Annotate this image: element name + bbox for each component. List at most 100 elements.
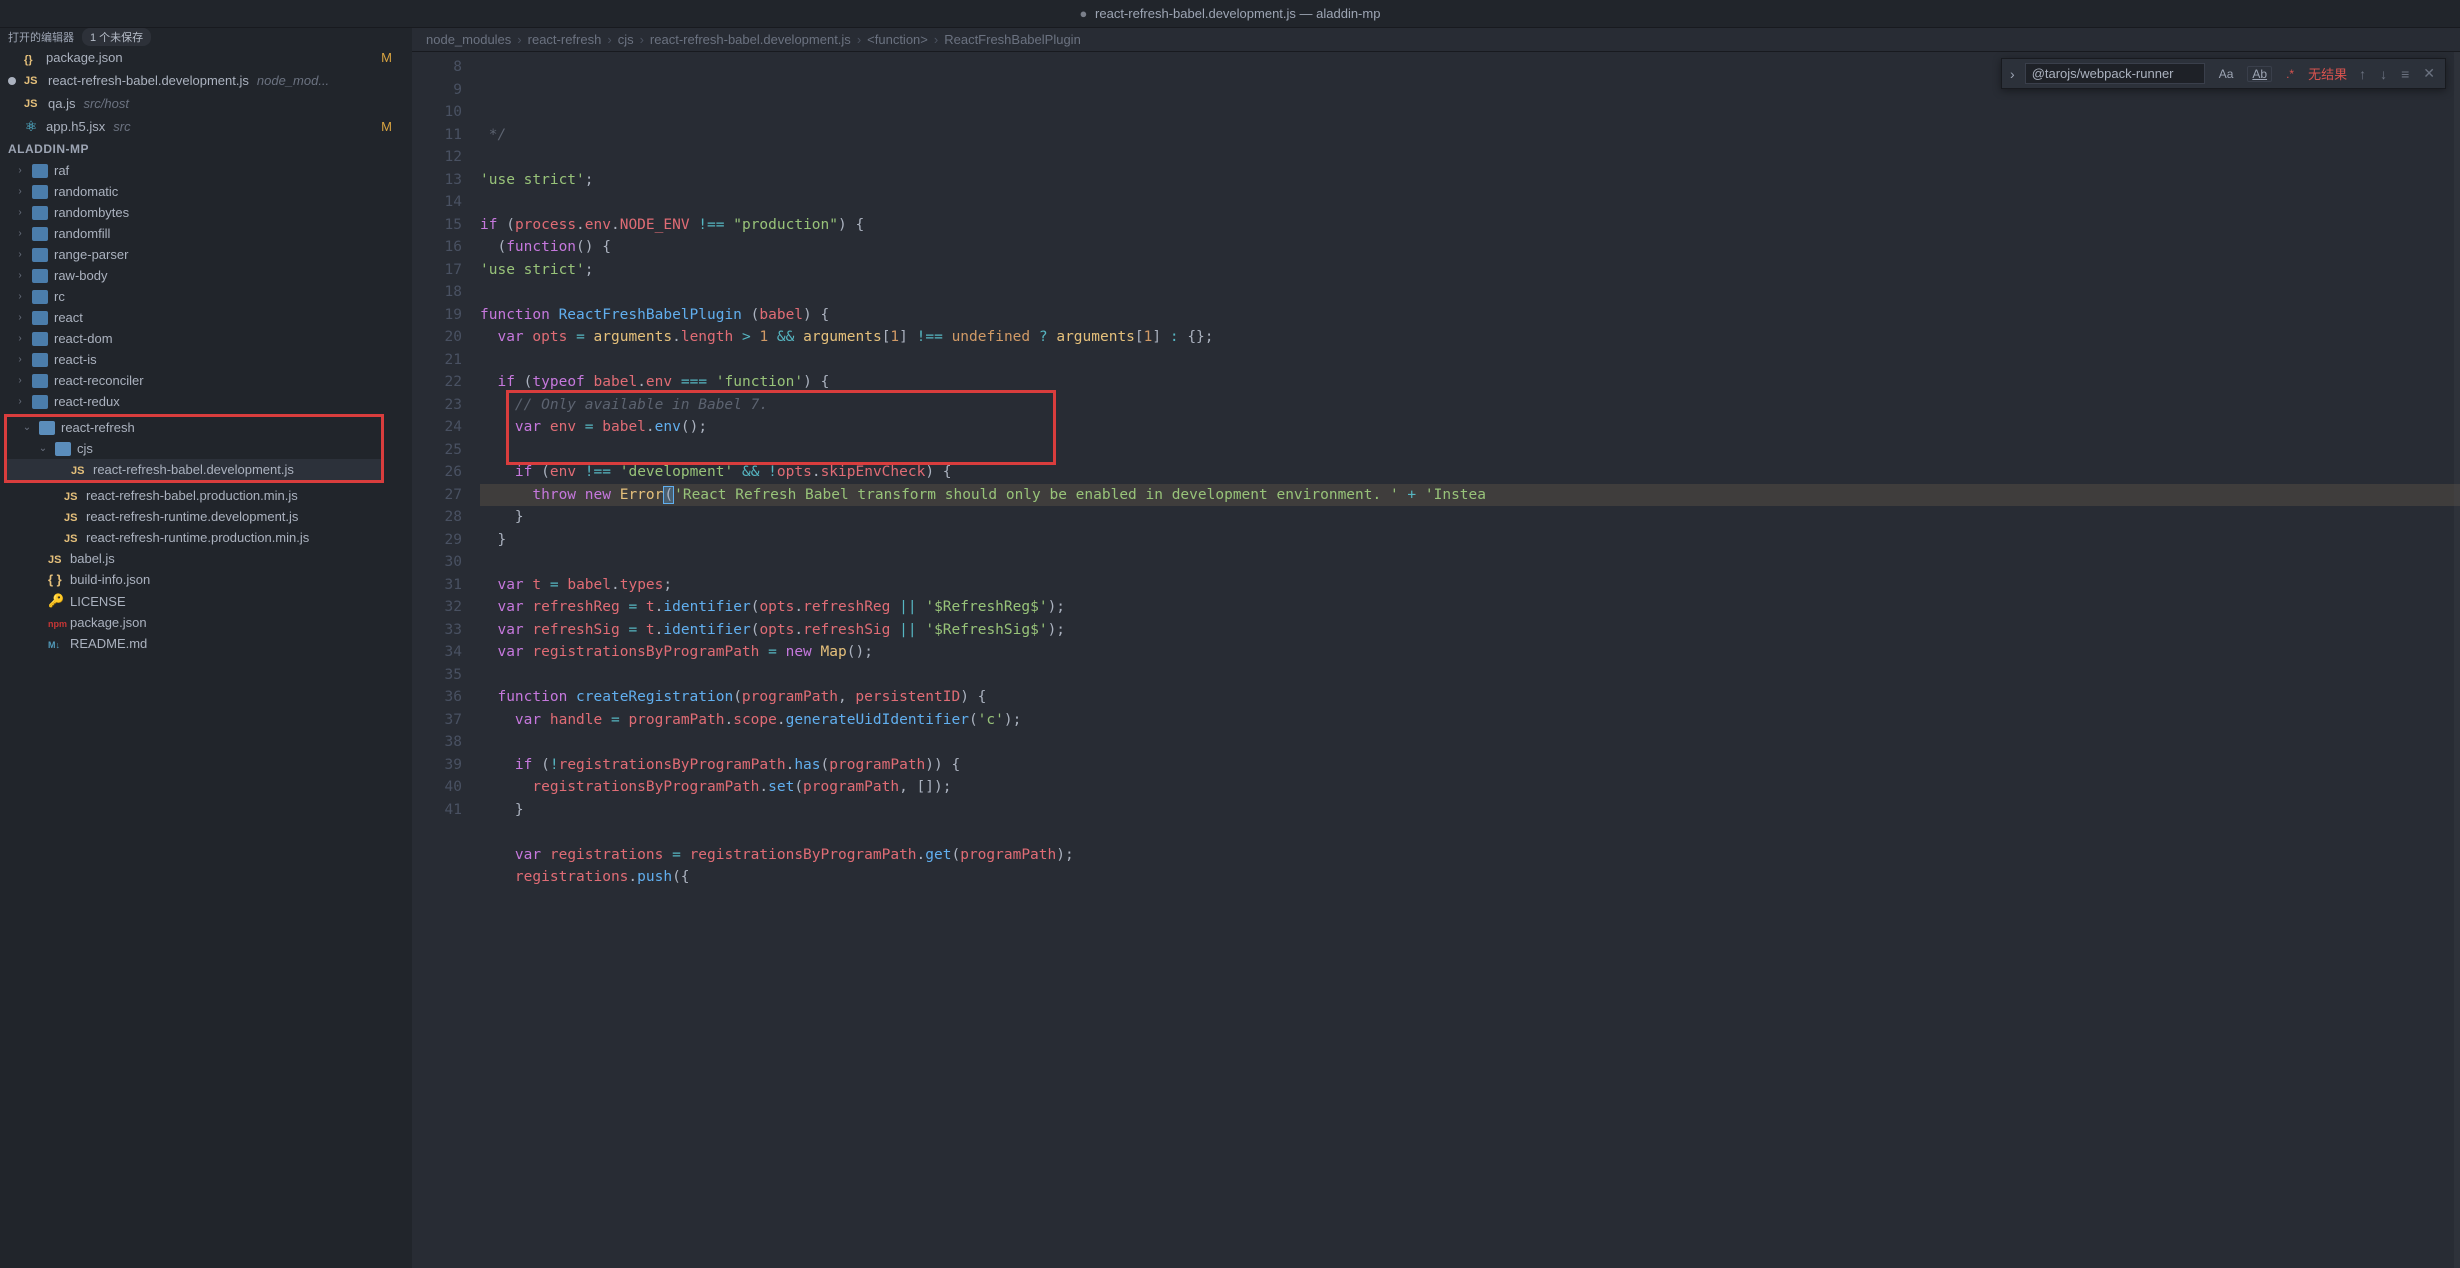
- find-regex-option[interactable]: .*: [2282, 65, 2298, 83]
- code-line[interactable]: [480, 551, 2460, 574]
- project-header[interactable]: ALADDIN-MP: [0, 138, 412, 160]
- js-file-icon: JS: [48, 554, 64, 566]
- code-editor[interactable]: 8910111213141516171819202122232425262728…: [412, 52, 2460, 1268]
- line-number: 38: [412, 731, 462, 754]
- code-line[interactable]: }: [480, 799, 2460, 822]
- code-line[interactable]: [480, 146, 2460, 169]
- code-line[interactable]: [480, 281, 2460, 304]
- code-line[interactable]: */: [480, 124, 2460, 147]
- tree-folder[interactable]: ⌄react-refresh: [7, 417, 381, 438]
- code-line[interactable]: [480, 731, 2460, 754]
- find-prev-icon[interactable]: ↑: [2357, 66, 2368, 82]
- tree-file[interactable]: JSreact-refresh-babel.production.min.js: [0, 485, 412, 506]
- line-number: 26: [412, 461, 462, 484]
- code-line[interactable]: var refreshSig = t.identifier(opts.refre…: [480, 619, 2460, 642]
- tree-folder[interactable]: ›react-is: [0, 349, 412, 370]
- find-word-option[interactable]: Ab: [2247, 66, 2272, 82]
- tree-folder[interactable]: ›randomfill: [0, 223, 412, 244]
- code-line[interactable]: 'use strict';: [480, 259, 2460, 282]
- dirty-indicator-icon: ●: [1080, 6, 1088, 21]
- code-line[interactable]: if (env !== 'development' && !opts.skipE…: [480, 461, 2460, 484]
- breadcrumb[interactable]: node_modules›react-refresh›cjs›react-ref…: [412, 28, 2460, 52]
- breadcrumb-segment[interactable]: ReactFreshBabelPlugin: [944, 32, 1081, 47]
- folder-icon: [32, 311, 48, 325]
- tree-folder[interactable]: ›react-redux: [0, 391, 412, 412]
- tree-folder[interactable]: ⌄cjs: [7, 438, 381, 459]
- code-line[interactable]: if (!registrationsByProgramPath.has(prog…: [480, 754, 2460, 777]
- tree-file[interactable]: npmpackage.json: [0, 612, 412, 633]
- code-line[interactable]: [480, 821, 2460, 844]
- breadcrumb-segment[interactable]: react-refresh: [528, 32, 602, 47]
- code-line[interactable]: registrationsByProgramPath.set(programPa…: [480, 776, 2460, 799]
- code-line[interactable]: registrations.push({: [480, 866, 2460, 889]
- code-line[interactable]: [480, 191, 2460, 214]
- code-line[interactable]: (function() {: [480, 236, 2460, 259]
- tree-file[interactable]: JSbabel.js: [0, 548, 412, 569]
- tree-folder[interactable]: ›raw-body: [0, 265, 412, 286]
- find-input[interactable]: [2025, 63, 2205, 84]
- code-line[interactable]: var t = babel.types;: [480, 574, 2460, 597]
- line-number: 18: [412, 281, 462, 304]
- breadcrumb-segment[interactable]: node_modules: [426, 32, 511, 47]
- code-line[interactable]: }: [480, 506, 2460, 529]
- tree-file[interactable]: JSreact-refresh-runtime.production.min.j…: [0, 527, 412, 548]
- line-number: 19: [412, 304, 462, 327]
- open-editor-tab[interactable]: package.jsonM: [0, 46, 412, 69]
- chevron-right-icon: ›: [14, 228, 26, 239]
- open-editor-tab[interactable]: ⚛app.h5.jsxsrcM: [0, 115, 412, 138]
- tree-folder[interactable]: ›react-reconciler: [0, 370, 412, 391]
- code-line[interactable]: [480, 439, 2460, 462]
- tree-folder[interactable]: ›range-parser: [0, 244, 412, 265]
- markdown-icon: M↓: [48, 640, 60, 650]
- chevron-right-icon: ›: [14, 165, 26, 176]
- open-editor-filename: package.json: [46, 50, 123, 65]
- code-line[interactable]: 'use strict';: [480, 169, 2460, 192]
- line-number: 40: [412, 776, 462, 799]
- tree-item-label: cjs: [77, 441, 93, 456]
- breadcrumb-segment[interactable]: react-refresh-babel.development.js: [650, 32, 851, 47]
- code-content[interactable]: */ 'use strict'; if (process.env.NODE_ENV …: [480, 52, 2460, 1268]
- tree-item-label: react-refresh-babel.development.js: [93, 462, 294, 477]
- open-editors-header[interactable]: 打开的编辑器 1 个未保存: [0, 28, 412, 46]
- code-line[interactable]: [480, 664, 2460, 687]
- open-editor-tab[interactable]: JSreact-refresh-babel.development.jsnode…: [0, 69, 412, 92]
- code-line[interactable]: [480, 349, 2460, 372]
- scrollbar[interactable]: [2454, 52, 2460, 1268]
- breadcrumb-segment[interactable]: <function>: [867, 32, 928, 47]
- code-line[interactable]: throw new Error('React Refresh Babel tra…: [480, 484, 2460, 507]
- tree-item-label: rc: [54, 289, 65, 304]
- tree-folder[interactable]: ›raf: [0, 160, 412, 181]
- code-line[interactable]: if (process.env.NODE_ENV !== "production…: [480, 214, 2460, 237]
- line-number: 14: [412, 191, 462, 214]
- find-expand-icon[interactable]: ›: [2010, 66, 2015, 82]
- code-line[interactable]: var opts = arguments.length > 1 && argum…: [480, 326, 2460, 349]
- code-line[interactable]: // Only available in Babel 7.: [480, 394, 2460, 417]
- code-line[interactable]: function ReactFreshBabelPlugin (babel) {: [480, 304, 2460, 327]
- code-line[interactable]: var registrations = registrationsByProgr…: [480, 844, 2460, 867]
- code-line[interactable]: var env = babel.env();: [480, 416, 2460, 439]
- code-line[interactable]: if (typeof babel.env === 'function') {: [480, 371, 2460, 394]
- open-editor-tab[interactable]: JSqa.jssrc/host: [0, 92, 412, 115]
- breadcrumb-segment[interactable]: cjs: [618, 32, 634, 47]
- find-close-icon[interactable]: ✕: [2421, 65, 2437, 82]
- tree-folder[interactable]: ›rc: [0, 286, 412, 307]
- tree-item-label: LICENSE: [70, 594, 126, 609]
- tree-folder[interactable]: ›react: [0, 307, 412, 328]
- tree-folder[interactable]: ›react-dom: [0, 328, 412, 349]
- tree-folder[interactable]: ›randomatic: [0, 181, 412, 202]
- tree-file[interactable]: M↓README.md: [0, 633, 412, 654]
- code-line[interactable]: var refreshReg = t.identifier(opts.refre…: [480, 596, 2460, 619]
- find-selection-icon[interactable]: ≡: [2399, 66, 2411, 82]
- code-line[interactable]: var handle = programPath.scope.generateU…: [480, 709, 2460, 732]
- open-editor-filename: app.h5.jsx: [46, 119, 105, 134]
- code-line[interactable]: }: [480, 529, 2460, 552]
- tree-file[interactable]: 🔑LICENSE: [0, 590, 412, 612]
- tree-file[interactable]: JSreact-refresh-babel.development.js: [7, 459, 381, 480]
- tree-file[interactable]: JSreact-refresh-runtime.development.js: [0, 506, 412, 527]
- tree-folder[interactable]: ›randombytes: [0, 202, 412, 223]
- find-next-icon[interactable]: ↓: [2378, 66, 2389, 82]
- code-line[interactable]: function createRegistration(programPath,…: [480, 686, 2460, 709]
- find-case-option[interactable]: Aa: [2215, 65, 2238, 83]
- tree-file[interactable]: { }build-info.json: [0, 569, 412, 590]
- code-line[interactable]: var registrationsByProgramPath = new Map…: [480, 641, 2460, 664]
